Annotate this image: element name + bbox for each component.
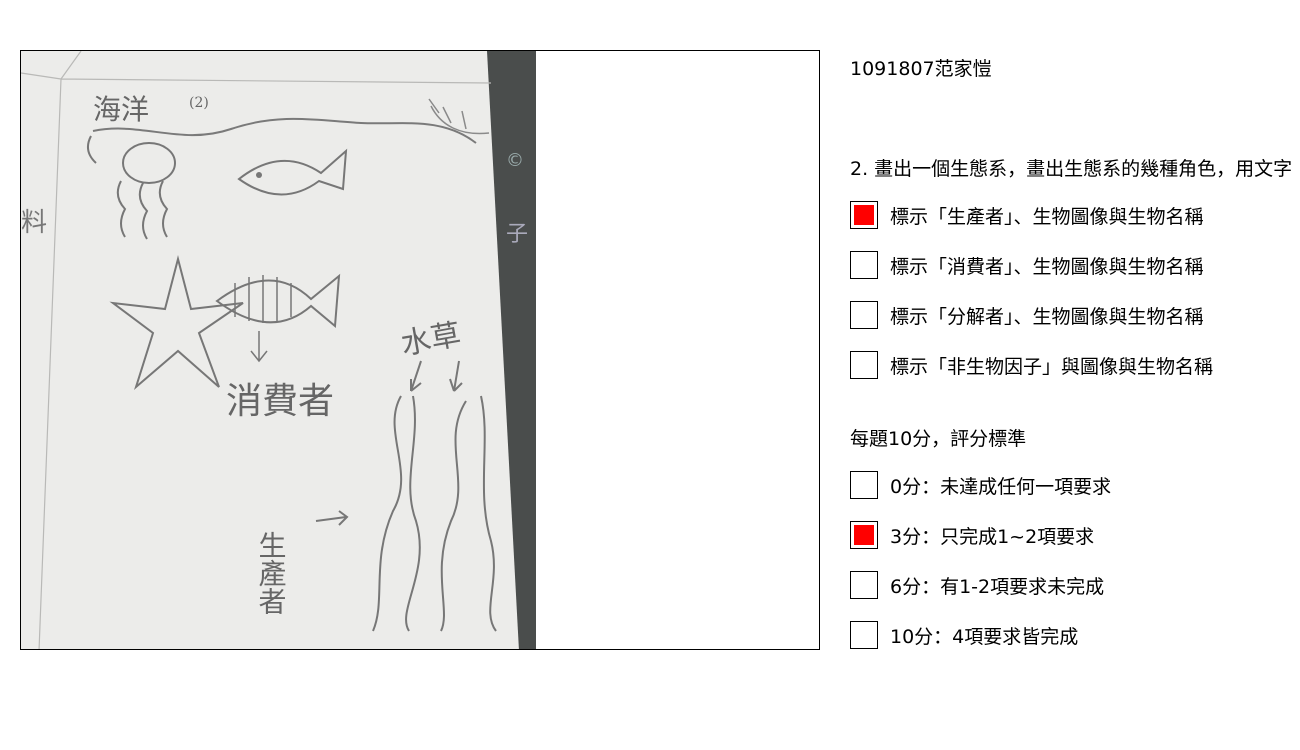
label-number: (2) xyxy=(189,95,209,111)
score-checkbox[interactable] xyxy=(850,571,878,599)
criterion-checkbox[interactable] xyxy=(850,251,878,279)
score-label: 3分：只完成1~2項要求 xyxy=(890,525,1095,548)
criterion-label: 標示「分解者」、生物圖像與生物名稱 xyxy=(890,305,1204,328)
score-option-0[interactable]: 0分：未達成任何一項要求 xyxy=(850,470,1111,500)
criterion-abiotic[interactable]: 標示「非生物因子」與圖像與生物名稱 xyxy=(850,350,1213,380)
criterion-decomposer[interactable]: 標示「分解者」、生物圖像與生物名稱 xyxy=(850,300,1204,330)
desk-print-1: © xyxy=(506,150,524,171)
student-name: 1091807范家愷 xyxy=(850,58,992,80)
fish-eye-1 xyxy=(256,172,262,178)
label-ocean: 海洋 xyxy=(93,93,149,126)
criterion-label: 標示「消費者」、生物圖像與生物名稱 xyxy=(890,255,1204,278)
score-option-3[interactable]: 3分：只完成1~2項要求 xyxy=(850,520,1094,550)
score-label: 10分：4項要求皆完成 xyxy=(890,625,1079,648)
criterion-checkbox[interactable] xyxy=(850,351,878,379)
criterion-checkbox[interactable] xyxy=(850,301,878,329)
student-drawing-photo: © 子 料 海洋 (2) 消費者 水草 生產者 xyxy=(20,50,820,650)
criterion-producer[interactable]: 標示「生產者」、生物圖像與生物名稱 xyxy=(850,200,1204,230)
score-checkbox[interactable] xyxy=(850,621,878,649)
label-consumer: 消費者 xyxy=(226,381,334,422)
criterion-checkbox[interactable] xyxy=(850,201,878,229)
criterion-consumer[interactable]: 標示「消費者」、生物圖像與生物名稱 xyxy=(850,250,1204,280)
criterion-label: 標示「生產者」、生物圖像與生物名稱 xyxy=(890,205,1204,228)
criterion-label: 標示「非生物因子」與圖像與生物名稱 xyxy=(890,355,1214,378)
score-checkbox[interactable] xyxy=(850,471,878,499)
score-option-10[interactable]: 10分：4項要求皆完成 xyxy=(850,620,1078,650)
margin-scribble: 料 xyxy=(21,208,47,238)
desk-print-2: 子 xyxy=(506,222,528,247)
score-checkbox[interactable] xyxy=(850,521,878,549)
score-label: 0分：未達成任何一項要求 xyxy=(890,475,1112,498)
label-producer: 生產者 xyxy=(255,531,288,615)
blank-area xyxy=(536,51,819,649)
drawing-image: © 子 料 海洋 (2) 消費者 水草 生產者 xyxy=(21,51,819,649)
score-option-6[interactable]: 6分：有1-2項要求未完成 xyxy=(850,570,1104,600)
question-text: 2. 畫出一個生態系，畫出生態系的幾種角色，用文字 xyxy=(850,158,1293,180)
scoring-heading: 每題10分，評分標準 xyxy=(850,428,1027,450)
rubric-panel: 1091807范家愷 2. 畫出一個生態系，畫出生態系的幾種角色，用文字 標示「… xyxy=(850,0,1300,750)
score-label: 6分：有1-2項要求未完成 xyxy=(890,575,1105,598)
